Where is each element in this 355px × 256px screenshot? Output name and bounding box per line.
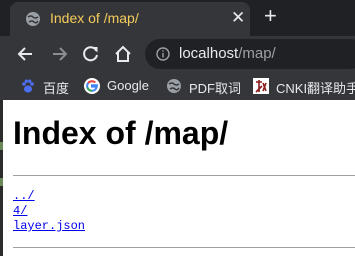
editor-gutter-strip bbox=[0, 100, 3, 256]
globe-icon bbox=[26, 12, 40, 26]
new-tab-button[interactable]: + bbox=[264, 5, 277, 27]
tab-title: Index of /map/ bbox=[50, 10, 139, 26]
forward-arrow-icon[interactable] bbox=[49, 44, 69, 64]
back-arrow-icon[interactable] bbox=[16, 44, 36, 64]
page-title: Index of /map/ bbox=[13, 115, 229, 151]
bookmark-label: 百度 bbox=[43, 81, 70, 96]
info-icon[interactable] bbox=[156, 47, 170, 61]
google-g-icon bbox=[84, 78, 100, 94]
divider bbox=[13, 175, 355, 176]
bookmark-label: Google bbox=[107, 78, 149, 93]
home-icon[interactable] bbox=[113, 44, 133, 64]
address-url: localhost/map/ bbox=[179, 45, 276, 62]
address-bar[interactable]: localhost/map/ bbox=[145, 39, 355, 69]
globe-icon bbox=[167, 79, 181, 93]
divider bbox=[13, 247, 355, 248]
tab-strip: Index of /map/ ✕ + bbox=[0, 0, 355, 36]
bookmarks-bar: 百度 Google PDF取词 CNKI翻译助手 bbox=[0, 72, 355, 100]
url-host: localhost bbox=[179, 45, 239, 62]
link-parent-directory[interactable]: ../ bbox=[13, 189, 85, 204]
page-content: Index of /map/ ../ 4/ layer.json bbox=[0, 100, 355, 256]
tab-close-icon[interactable]: ✕ bbox=[231, 9, 245, 26]
cnki-icon bbox=[253, 78, 269, 94]
directory-listing: ../ 4/ layer.json bbox=[13, 189, 85, 234]
tab-active[interactable]: Index of /map/ ✕ bbox=[10, 2, 250, 36]
bookmark-label: PDF取词 bbox=[189, 81, 242, 96]
gutter-mark bbox=[0, 178, 3, 186]
reload-icon[interactable] bbox=[81, 44, 101, 64]
url-path: /map/ bbox=[238, 45, 276, 62]
toolbar: localhost/map/ bbox=[0, 36, 355, 72]
baidu-paw-icon bbox=[22, 79, 34, 93]
bookmark-label: CNKI翻译助手 bbox=[276, 81, 355, 96]
link-folder-4[interactable]: 4/ bbox=[13, 204, 85, 219]
link-layer-json[interactable]: layer.json bbox=[13, 219, 85, 234]
gutter-mark bbox=[0, 142, 3, 150]
